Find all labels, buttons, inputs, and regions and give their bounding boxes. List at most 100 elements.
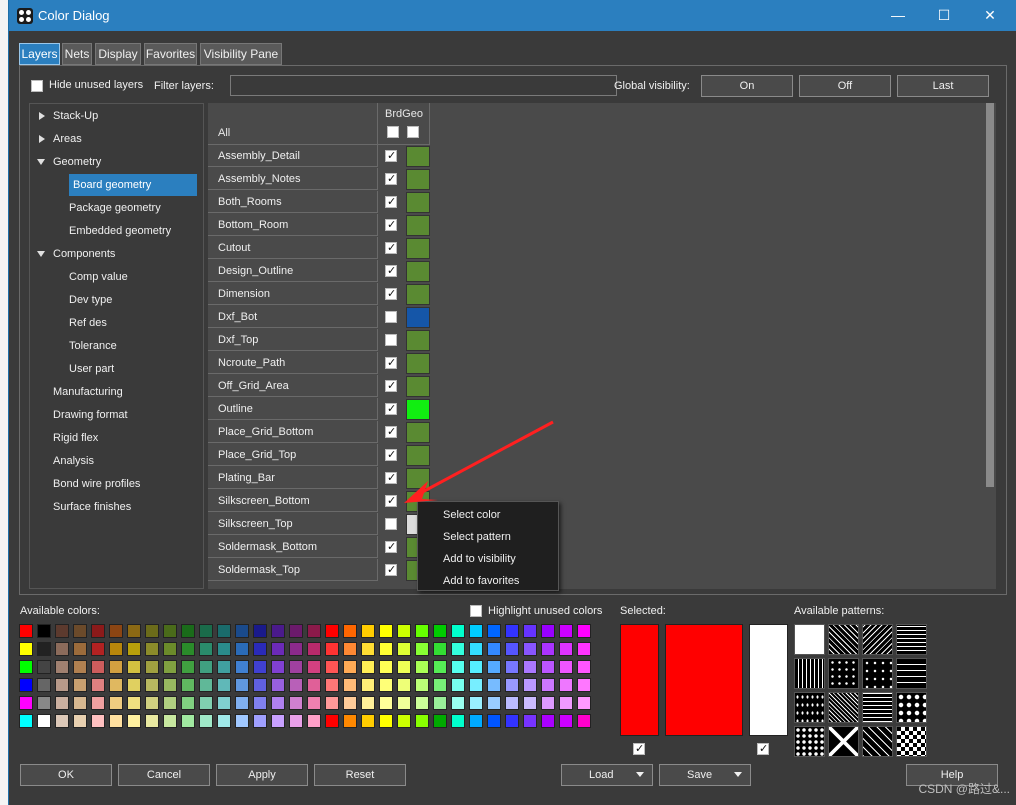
palette-color-swatch[interactable] (55, 678, 69, 692)
tree-item-dev-type[interactable]: Dev type (69, 289, 112, 311)
expanded-arrow-icon[interactable] (37, 159, 45, 165)
menu-item-add-to-favorites[interactable]: Add to favorites (443, 570, 519, 592)
palette-color-swatch[interactable] (343, 696, 357, 710)
palette-color-swatch[interactable] (505, 642, 519, 656)
palette-color-swatch[interactable] (163, 696, 177, 710)
palette-color-swatch[interactable] (469, 714, 483, 728)
layer-color-swatch[interactable] (406, 307, 430, 328)
palette-color-swatch[interactable] (541, 624, 555, 638)
selected-color-swatch-3[interactable] (749, 624, 788, 736)
palette-color-swatch[interactable] (325, 642, 339, 656)
palette-color-swatch[interactable] (505, 714, 519, 728)
fill-pattern-swatch[interactable] (794, 658, 825, 689)
palette-color-swatch[interactable] (19, 642, 33, 656)
palette-color-swatch[interactable] (541, 696, 555, 710)
palette-color-swatch[interactable] (469, 696, 483, 710)
layer-visibility-checkbox[interactable] (385, 356, 397, 369)
layer-visibility-checkbox[interactable] (385, 334, 397, 346)
fill-pattern-swatch[interactable] (828, 624, 859, 655)
tree-item-geometry[interactable]: Geometry (53, 151, 101, 173)
palette-color-swatch[interactable] (19, 660, 33, 674)
palette-color-swatch[interactable] (505, 696, 519, 710)
layer-visibility-checkbox[interactable] (385, 425, 397, 438)
save-button[interactable]: Save (659, 764, 751, 786)
layer-visibility-checkbox[interactable] (385, 287, 397, 300)
layer-color-swatch[interactable] (406, 146, 430, 167)
palette-color-swatch[interactable] (235, 696, 249, 710)
palette-color-swatch[interactable] (73, 678, 87, 692)
layer-color-swatch[interactable] (406, 238, 430, 259)
menu-item-select-color[interactable]: Select color (443, 504, 500, 526)
palette-color-swatch[interactable] (109, 678, 123, 692)
palette-color-swatch[interactable] (487, 678, 501, 692)
palette-color-swatch[interactable] (235, 624, 249, 638)
hide-unused-layers-checkbox[interactable] (31, 80, 43, 92)
palette-color-swatch[interactable] (91, 696, 105, 710)
palette-color-swatch[interactable] (73, 624, 87, 638)
palette-color-swatch[interactable] (451, 642, 465, 656)
palette-color-swatch[interactable] (325, 624, 339, 638)
palette-color-swatch[interactable] (235, 678, 249, 692)
palette-color-swatch[interactable] (181, 696, 195, 710)
palette-color-swatch[interactable] (37, 696, 51, 710)
palette-color-swatch[interactable] (37, 642, 51, 656)
selected-color-swatch-2[interactable] (665, 624, 743, 736)
palette-color-swatch[interactable] (415, 714, 429, 728)
palette-color-swatch[interactable] (487, 660, 501, 674)
fill-pattern-swatch[interactable] (896, 692, 927, 723)
palette-color-swatch[interactable] (289, 678, 303, 692)
palette-color-swatch[interactable] (451, 696, 465, 710)
layer-visibility-checkbox[interactable] (385, 518, 397, 530)
palette-color-swatch[interactable] (541, 660, 555, 674)
palette-color-swatch[interactable] (91, 624, 105, 638)
tree-item-areas[interactable]: Areas (53, 128, 82, 150)
ok-button[interactable]: OK (20, 764, 112, 786)
palette-color-swatch[interactable] (289, 714, 303, 728)
palette-color-swatch[interactable] (487, 696, 501, 710)
palette-color-swatch[interactable] (505, 624, 519, 638)
palette-color-swatch[interactable] (199, 642, 213, 656)
palette-color-swatch[interactable] (55, 642, 69, 656)
palette-color-swatch[interactable] (127, 660, 141, 674)
layer-visibility-checkbox[interactable] (385, 172, 397, 185)
layer-row[interactable]: Place_Grid_Bottom (208, 421, 430, 444)
palette-color-swatch[interactable] (181, 714, 195, 728)
palette-color-swatch[interactable] (145, 696, 159, 710)
palette-color-swatch[interactable] (163, 624, 177, 638)
palette-color-swatch[interactable] (415, 642, 429, 656)
palette-color-swatch[interactable] (361, 660, 375, 674)
fill-pattern-swatch[interactable] (862, 726, 893, 757)
filter-layers-input[interactable] (230, 75, 617, 96)
palette-color-swatch[interactable] (163, 642, 177, 656)
tab-display[interactable]: Display (95, 43, 141, 65)
palette-color-swatch[interactable] (415, 660, 429, 674)
collapsed-arrow-icon[interactable] (39, 135, 45, 143)
layer-row[interactable]: Soldermask_Bottom (208, 536, 430, 559)
palette-color-swatch[interactable] (379, 642, 393, 656)
apply-button[interactable]: Apply (216, 764, 308, 786)
layer-visibility-checkbox[interactable] (385, 241, 397, 254)
palette-color-swatch[interactable] (91, 660, 105, 674)
palette-color-swatch[interactable] (217, 624, 231, 638)
palette-color-swatch[interactable] (559, 714, 573, 728)
palette-color-swatch[interactable] (289, 696, 303, 710)
palette-color-swatch[interactable] (271, 678, 285, 692)
palette-color-swatch[interactable] (397, 678, 411, 692)
palette-color-swatch[interactable] (325, 714, 339, 728)
layer-row[interactable]: Soldermask_Top (208, 559, 430, 582)
palette-color-swatch[interactable] (469, 678, 483, 692)
layer-visibility-checkbox[interactable] (385, 195, 397, 208)
layer-color-swatch[interactable] (406, 261, 430, 282)
palette-color-swatch[interactable] (19, 678, 33, 692)
palette-color-swatch[interactable] (541, 642, 555, 656)
palette-color-swatch[interactable] (397, 624, 411, 638)
palette-color-swatch[interactable] (577, 714, 591, 728)
palette-color-swatch[interactable] (271, 696, 285, 710)
tree-item-comp-value[interactable]: Comp value (69, 266, 128, 288)
layer-color-swatch[interactable] (406, 215, 430, 236)
expanded-arrow-icon[interactable] (37, 251, 45, 257)
palette-color-swatch[interactable] (163, 678, 177, 692)
palette-color-swatch[interactable] (577, 678, 591, 692)
palette-color-swatch[interactable] (127, 696, 141, 710)
tree-item-drawing-format[interactable]: Drawing format (53, 404, 128, 426)
